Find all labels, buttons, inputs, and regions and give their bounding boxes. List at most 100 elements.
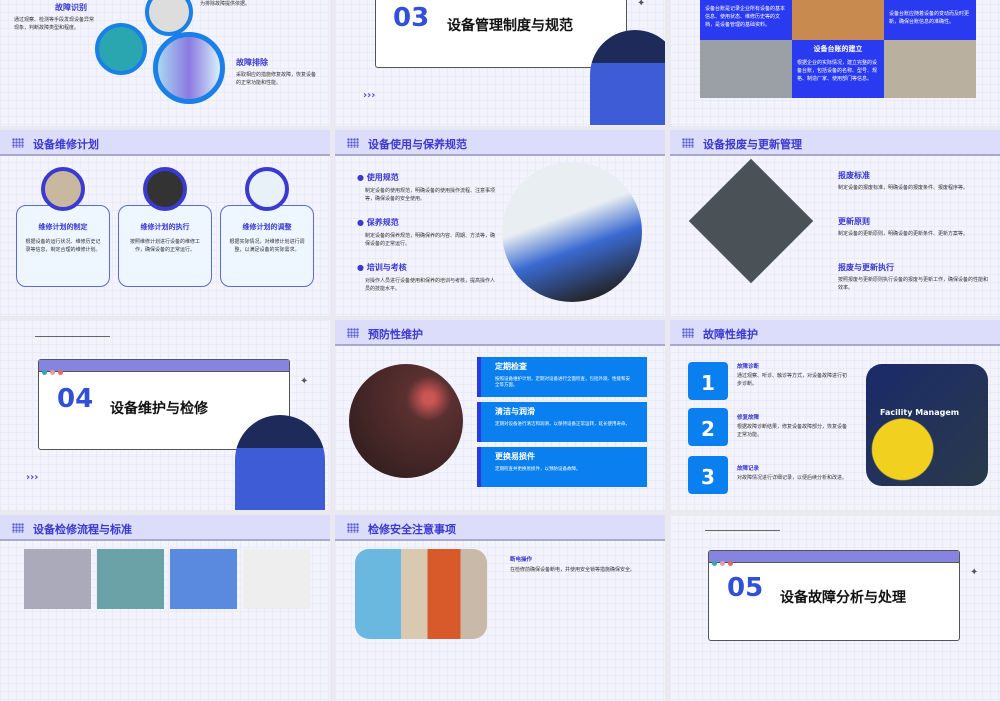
arrows-icon: ››› <box>363 90 376 101</box>
slide-equipment-ledger[interactable]: 设备台账是记录企业所有设备的基本信息、使用状态、维修历史等的文档，是设备管理的基… <box>670 0 1000 126</box>
item-desc: 制定设备的报废标准，明确设备的报废条件、报废程序等。 <box>838 185 969 191</box>
safety-photo <box>355 549 487 639</box>
item-desc: 按照报废与更新原则执行设备的报废与更新工作，确保设备的性能和效率。 <box>838 277 989 291</box>
section-title: 设备维护与检修 <box>110 401 208 417</box>
item-desc: 对操作人员进行设备使用和保养的培训与考核，提高操作人员的技能水平。 <box>365 278 496 292</box>
item-title: 报废与更新执行 <box>838 263 894 272</box>
item-desc: 采取相应的措施修复故障，恢复设备的正常功能和性能。 <box>236 72 317 86</box>
meeting-image <box>792 0 884 40</box>
sparkle-icon: ✦ <box>970 567 979 578</box>
line-decoration <box>705 530 780 531</box>
slide-fault-steps[interactable]: 故障识别 通过观察、检测等手段发现设备异常现象，判断故障类型和程度。 为排除故障… <box>0 0 330 126</box>
section-title: 设备故障分析与处理 <box>780 590 906 606</box>
pin-image <box>143 167 187 211</box>
pin-image <box>245 167 289 211</box>
step-number: 1 <box>688 362 728 400</box>
item-title: ● 保养规范 <box>357 218 399 227</box>
item-title: ● 培训与考核 <box>357 263 407 272</box>
item-title: 故障排除 <box>236 58 268 67</box>
task-card: 更换易损件 定期检查并更换易损件，以预防设备故障。 <box>477 447 647 487</box>
pin-image <box>41 167 85 211</box>
item-desc: 制定设备的保养规范，明确保养的内容、周期、方法等，确保设备的正常运行。 <box>365 233 496 247</box>
slide-section-03[interactable]: 03 设备管理制度与规范 ››› ✦ <box>335 0 665 126</box>
slide-process-standard[interactable]: 设备检修流程与标准 <box>0 515 330 701</box>
section-number: 04 <box>57 384 94 414</box>
card-desc: 按照维修计划进行设备的维修工作，确保设备的正常运行。 <box>129 239 200 253</box>
slide-title: 检修安全注意事项 <box>368 523 456 536</box>
item-title: 更新原则 <box>838 217 870 226</box>
step-title: 故障记录 <box>737 466 760 472</box>
card-desc: 根据实际情况，对维修计划进行调整，以满足设备的实际需求。 <box>229 239 305 253</box>
slide-title: 设备报废与更新管理 <box>703 138 802 151</box>
card-title: 维修计划的执行 <box>140 223 190 231</box>
item-title: 断电操作 <box>510 557 533 563</box>
card-desc: 根据设备的运行状况、维修历史记录等信息，制定合理的维修计划。 <box>25 239 101 253</box>
task-card: 定期检查 按照设备维护计划，定期对设备进行全面检查，包括外观、性能和安全等方面。 <box>477 357 647 397</box>
girl-illustration <box>590 30 665 125</box>
process-image <box>170 549 237 609</box>
worker-photo <box>502 162 642 302</box>
slide-title: 设备检修流程与标准 <box>33 523 132 536</box>
slide-usage-maintenance[interactable]: 设备使用与保养规范 ● 使用规范 制定设备的使用规范，明确设备的使用操作流程、注… <box>335 130 665 316</box>
sparkle-icon: ✦ <box>637 0 646 9</box>
step-number: 3 <box>688 456 728 494</box>
dots-icon <box>347 328 359 338</box>
circle-image <box>95 23 147 75</box>
line-decoration <box>35 336 110 337</box>
arrows-icon: ››› <box>26 472 39 483</box>
slide-section-04[interactable]: 04 设备维护与检修 ››› ✦ <box>0 320 330 510</box>
circle-image <box>153 32 225 104</box>
sparkle-icon: ✦ <box>300 376 309 387</box>
item-desc: 制定设备的使用规范，明确设备的使用操作流程、注意事项等，确保设备的安全使用。 <box>365 188 496 202</box>
slide-corrective[interactable]: 故障性维护 1 2 3 故障诊断 通过观察、听诊、触诊等方式，对设备故障进行初步… <box>670 320 1000 510</box>
item-title: ● 使用规范 <box>357 173 399 182</box>
slide-safety[interactable]: 检修安全注意事项 断电操作 在检修前确保设备断电，并使用安全锁等措施确保安全。 <box>335 515 665 701</box>
item-title: 报废标准 <box>838 171 870 180</box>
slide-title: 故障性维护 <box>703 328 758 341</box>
slide-title: 设备维修计划 <box>33 138 99 151</box>
ledger-title: 设备台账的建立 <box>813 45 863 53</box>
step-desc: 通过观察、听诊、触诊等方式，对设备故障进行初步诊断。 <box>737 373 848 387</box>
process-image <box>97 549 164 609</box>
section-title: 设备管理制度与规范 <box>447 18 573 34</box>
card-title: 维修计划的调整 <box>242 223 292 231</box>
item-desc: 为排除故障提供依据。 <box>200 1 251 7</box>
welding-photo <box>349 364 463 478</box>
item-desc: 制定设备的更新原则，明确设备的更新条件、更新方案等。 <box>838 231 969 237</box>
dots-icon <box>12 523 24 533</box>
slide-section-05[interactable]: 05 设备故障分析与处理 ✦ <box>670 515 1000 701</box>
item-title: 故障识别 <box>55 3 87 12</box>
slide-title: 预防性维护 <box>368 328 423 341</box>
circle-image <box>145 0 193 36</box>
card-title: 维修计划的制定 <box>38 223 88 231</box>
machine-photo <box>688 158 814 284</box>
process-image <box>243 549 310 609</box>
slide-maintenance-plan[interactable]: 设备维修计划 维修计划的制定 根据设备的运行状况、维修历史记录等信息，制定合理的… <box>0 130 330 316</box>
slide-scrap-update[interactable]: 设备报废与更新管理 报废标准 制定设备的报废标准，明确设备的报废条件、报废程序等… <box>670 130 1000 316</box>
item-desc: 通过观察、检测等手段发现设备异常现象，判断故障类型和程度。 <box>14 17 95 31</box>
task-card: 清洁与润滑 定期对设备进行清洁和润滑，以保持设备正常运转，延长使用寿命。 <box>477 402 647 442</box>
meeting-image <box>700 40 792 98</box>
girl-illustration <box>235 415 325 510</box>
dots-icon <box>347 138 359 148</box>
section-number: 05 <box>727 573 764 603</box>
ledger-desc: 设备台账是记录企业所有设备的基本信息、使用状态、维修历史等的文档，是设备管理的基… <box>705 6 786 28</box>
slide-title: 设备使用与保养规范 <box>368 138 467 151</box>
dots-icon <box>682 138 694 148</box>
slide-preventive[interactable]: 预防性维护 定期检查 按照设备维护计划，定期对设备进行全面检查，包括外观、性能和安… <box>335 320 665 510</box>
dots-icon <box>347 523 359 533</box>
step-title: 修复故障 <box>737 415 760 421</box>
ledger-desc: 根据企业的实际情况，建立完整的设备台账，包括设备的名称、型号、规格、制造厂家、使… <box>797 60 878 82</box>
facility-photo: Facility Managem <box>866 364 988 486</box>
step-desc: 对故障情况进行详细记录，以便后续分析和改进。 <box>737 475 848 481</box>
step-title: 故障诊断 <box>737 364 760 370</box>
team-image <box>884 40 976 98</box>
dots-icon <box>682 328 694 338</box>
dots-icon <box>12 138 24 148</box>
step-desc: 根据故障诊断结果，修复设备故障部分，恢复设备正常功能。 <box>737 424 848 438</box>
section-number: 03 <box>393 3 430 33</box>
step-number: 2 <box>688 408 728 446</box>
process-image <box>24 549 91 609</box>
image-caption: Facility Managem <box>880 408 960 417</box>
ledger-desc: 设备台账应随着设备的变动而及时更新，确保台账信息的准确性。 <box>889 11 970 25</box>
